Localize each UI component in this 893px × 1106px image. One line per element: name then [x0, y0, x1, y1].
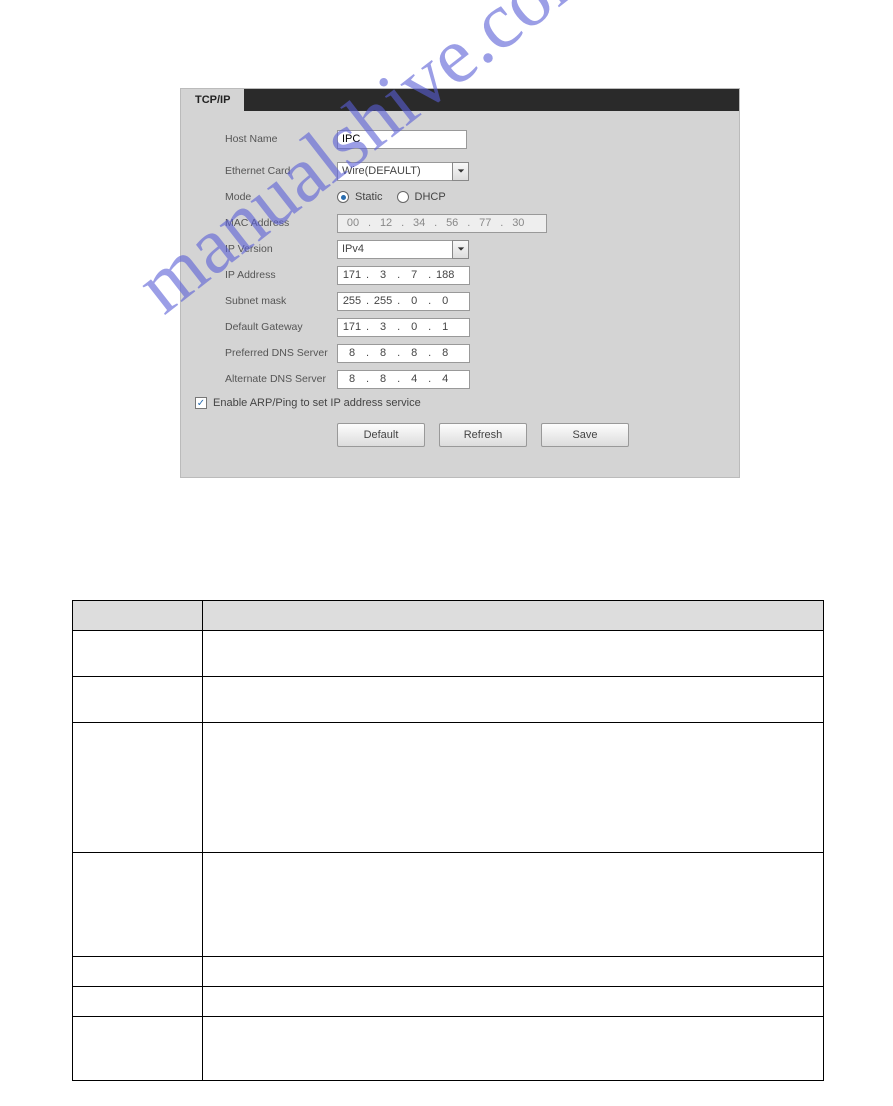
tab-tcpip[interactable]: TCP/IP: [181, 89, 244, 111]
mac-label: MAC Address: [225, 217, 337, 229]
row-ip-address: IP Address 171. 3. 7. 188: [225, 265, 715, 285]
row-mode: Mode Static DHCP: [225, 187, 715, 207]
row-gateway: Default Gateway 171. 3. 0. 1: [225, 317, 715, 337]
mac-input: 00. 12. 34. 56. 77. 30: [337, 214, 547, 233]
table-cell: [203, 987, 824, 1017]
parameter-table: [72, 600, 824, 1081]
alt-dns-input[interactable]: 8. 8. 4. 4: [337, 370, 470, 389]
ip-version-value: IPv4: [337, 240, 453, 259]
subnet-input[interactable]: 255. 255. 0. 0: [337, 292, 470, 311]
ip-version-select[interactable]: IPv4: [337, 240, 469, 259]
table-cell: [73, 853, 203, 957]
table-cell: [203, 1017, 824, 1081]
row-arp-checkbox: ✓ Enable ARP/Ping to set IP address serv…: [195, 397, 715, 409]
mode-radio-group: Static DHCP: [337, 191, 446, 203]
table-cell: [73, 1017, 203, 1081]
tcpip-panel: TCP/IP Host Name Ethernet Card Wire(DEFA…: [180, 88, 740, 478]
refresh-button[interactable]: Refresh: [439, 423, 527, 447]
tab-bar: TCP/IP: [181, 89, 739, 111]
table-cell: [73, 677, 203, 723]
ethernet-card-select[interactable]: Wire(DEFAULT): [337, 162, 469, 181]
row-ip-version: IP Version IPv4: [225, 239, 715, 259]
chevron-down-icon[interactable]: [452, 240, 469, 259]
gateway-label: Default Gateway: [225, 321, 337, 333]
save-button[interactable]: Save: [541, 423, 629, 447]
table-header-cell: [203, 601, 824, 631]
arp-checkbox-label: Enable ARP/Ping to set IP address servic…: [213, 397, 421, 409]
row-pref-dns: Preferred DNS Server 8. 8. 8. 8: [225, 343, 715, 363]
chevron-down-icon[interactable]: [452, 162, 469, 181]
radio-static[interactable]: [337, 191, 349, 203]
default-button[interactable]: Default: [337, 423, 425, 447]
table-cell: [203, 677, 824, 723]
gateway-input[interactable]: 171. 3. 0. 1: [337, 318, 470, 337]
table-cell: [73, 987, 203, 1017]
form-area: Host Name Ethernet Card Wire(DEFAULT) Mo…: [181, 111, 739, 457]
host-name-label: Host Name: [225, 133, 337, 145]
tab-label: TCP/IP: [195, 94, 230, 106]
radio-dhcp[interactable]: [397, 191, 409, 203]
mode-label: Mode: [225, 191, 337, 203]
table-cell: [73, 723, 203, 853]
ip-version-label: IP Version: [225, 243, 337, 255]
ethernet-card-label: Ethernet Card: [225, 165, 337, 177]
table-cell: [73, 957, 203, 987]
table-cell: [203, 957, 824, 987]
row-mac: MAC Address 00. 12. 34. 56. 77. 30: [225, 213, 715, 233]
button-row: Default Refresh Save: [337, 423, 715, 447]
table-cell: [203, 723, 824, 853]
radio-static-label: Static: [355, 191, 383, 203]
ethernet-card-value: Wire(DEFAULT): [337, 162, 453, 181]
table-cell: [73, 631, 203, 677]
arp-checkbox[interactable]: ✓: [195, 397, 207, 409]
table-cell: [203, 853, 824, 957]
radio-dhcp-label: DHCP: [415, 191, 446, 203]
ip-address-input[interactable]: 171. 3. 7. 188: [337, 266, 470, 285]
host-name-input[interactable]: [337, 130, 467, 149]
row-host-name: Host Name: [225, 129, 715, 149]
table-header-cell: [73, 601, 203, 631]
subnet-label: Subnet mask: [225, 295, 337, 307]
ip-address-label: IP Address: [225, 269, 337, 281]
table-cell: [203, 631, 824, 677]
row-ethernet-card: Ethernet Card Wire(DEFAULT): [225, 161, 715, 181]
row-alt-dns: Alternate DNS Server 8. 8. 4. 4: [225, 369, 715, 389]
alt-dns-label: Alternate DNS Server: [225, 373, 337, 385]
pref-dns-input[interactable]: 8. 8. 8. 8: [337, 344, 470, 363]
pref-dns-label: Preferred DNS Server: [225, 347, 337, 359]
row-subnet: Subnet mask 255. 255. 0. 0: [225, 291, 715, 311]
